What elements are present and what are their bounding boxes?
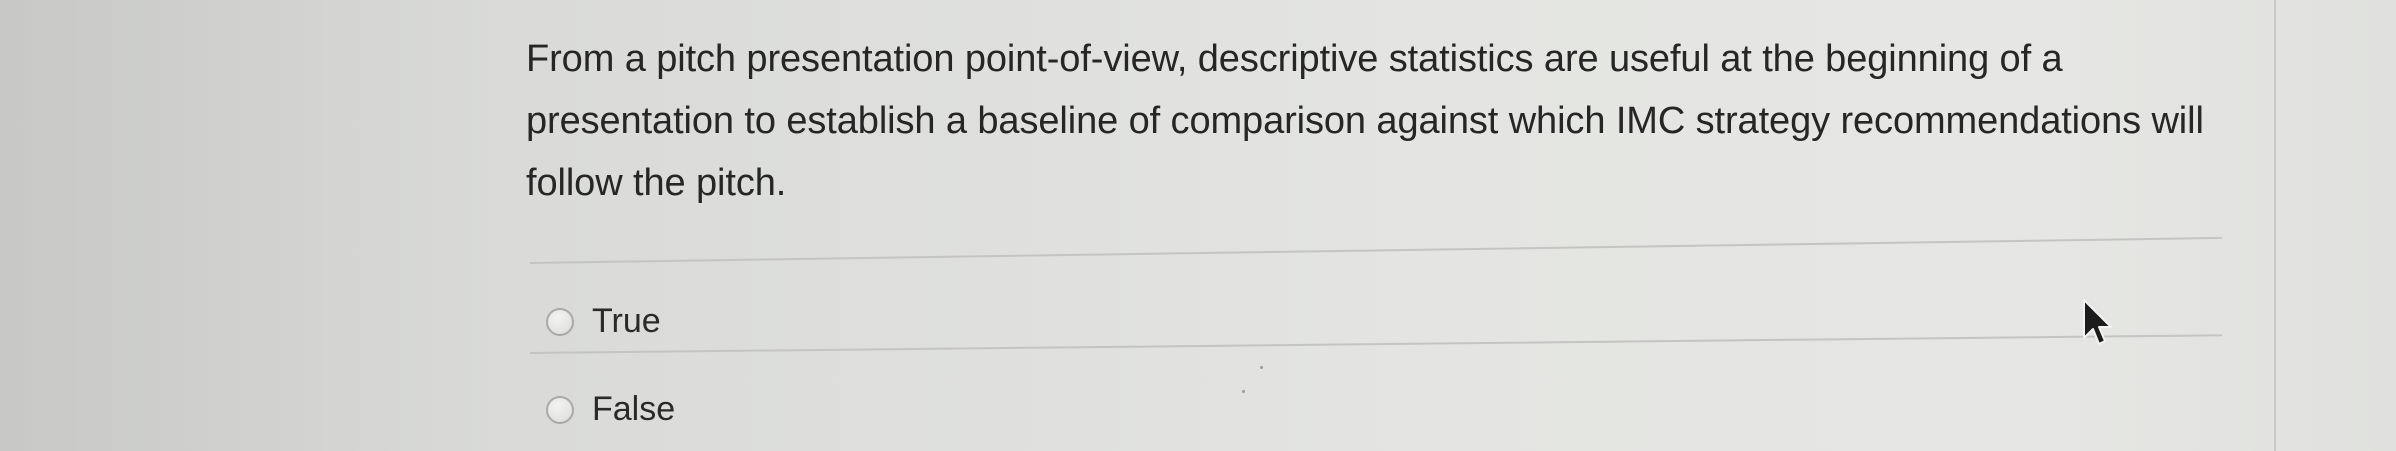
background-left-area	[0, 0, 500, 451]
answer-label-true: True	[592, 302, 661, 340]
divider-line	[529, 236, 2222, 264]
radio-button-false[interactable]	[546, 395, 574, 424]
question-card: From a pitch presentation point-of-view,…	[502, 0, 2274, 451]
radio-button-true[interactable]	[546, 307, 574, 336]
divider-line	[529, 334, 2222, 354]
panel-border	[2274, 0, 2276, 451]
mouse-pointer-icon	[2083, 299, 2112, 345]
answer-option-false[interactable]: False	[546, 390, 675, 429]
question-text: From a pitch presentation point-of-view,…	[526, 38, 2204, 204]
dust-speck	[1242, 390, 1245, 393]
answer-label-false: False	[592, 390, 676, 428]
dust-speck	[1260, 366, 1263, 369]
answer-option-true[interactable]: True	[546, 302, 661, 341]
